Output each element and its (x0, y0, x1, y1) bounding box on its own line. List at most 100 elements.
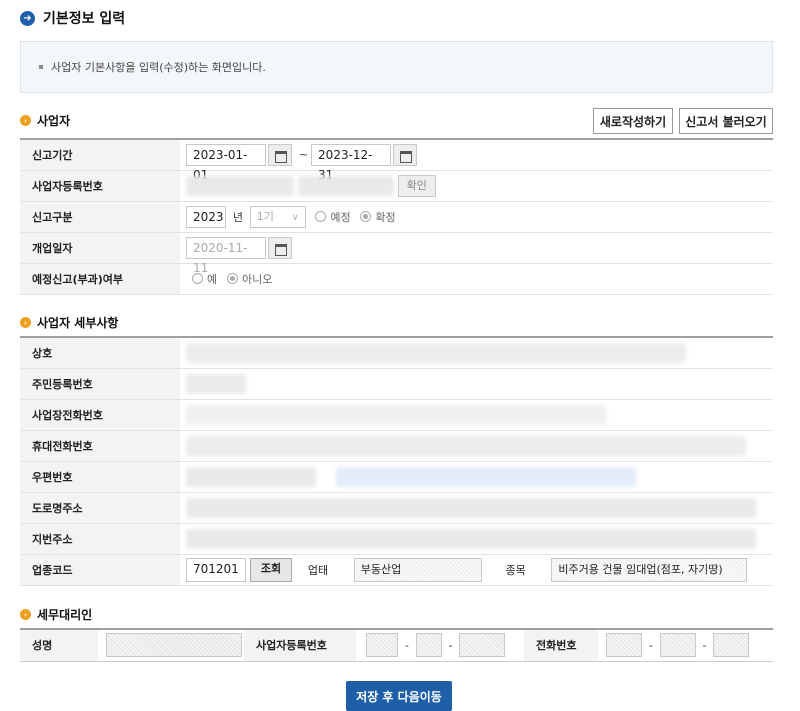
agent-name-cell (98, 628, 244, 662)
dash: - (448, 638, 453, 652)
chevron-down-icon: ∨ (291, 212, 299, 223)
calendar-icon[interactable] (393, 143, 418, 166)
bizno-input-redacted[interactable] (186, 175, 294, 196)
section-bullet-icon: › (20, 115, 31, 126)
form-row-report-type: 신고구분 2023 년 1기 ∨ 예정 확정 (20, 201, 773, 233)
form-row-lot-addr: 지번주소 (20, 523, 773, 555)
open-date-input[interactable]: 2020-11-11 (186, 236, 266, 275)
term-select-value: 1기 (256, 209, 274, 223)
lookup-button[interactable]: 조회 (249, 557, 293, 582)
road-addr-cell-redacted (180, 492, 773, 524)
period-separator: ~ (298, 148, 309, 162)
name-label: 상호 (20, 336, 180, 369)
radio-no-label: 아니오 (241, 272, 273, 286)
industry-cell: 701201 조회 업태 부동산업 종목 비주거용 건물 임대업(점포, 자기땅… (180, 554, 773, 586)
agent-phone-input-1[interactable] (606, 633, 642, 658)
agent-phone-cell: - - (598, 628, 773, 662)
form-row-industry: 업종코드 701201 조회 업태 부동산업 종목 비주거용 건물 임대업(점포… (20, 554, 773, 586)
lot-addr-label: 지번주소 (20, 523, 180, 555)
item-value: 비주거용 건물 임대업(점포, 자기땅) (551, 557, 748, 582)
form-row-mobile: 휴대전화번호 (20, 430, 773, 462)
redacted-field (186, 435, 746, 456)
calendar-icon[interactable] (268, 143, 292, 166)
biz-phone-cell-redacted (180, 399, 773, 431)
report-type-label: 신고구분 (20, 201, 180, 233)
prelim-label: 예정신고(부과)여부 (20, 263, 180, 295)
agent-bizno-input-1[interactable] (366, 633, 398, 658)
open-date-label: 개업일자 (20, 232, 180, 264)
load-report-button[interactable]: 신고서 불러오기 (679, 108, 773, 134)
year-unit: 년 (232, 210, 243, 224)
business-value: 부동산업 (353, 557, 482, 582)
section-details-title: 사업자 세부사항 (37, 316, 119, 330)
business-label: 업태 (307, 563, 329, 577)
lot-addr-cell-redacted (180, 523, 773, 555)
section-agent-title: 세무대리인 (37, 608, 93, 622)
agent-bizno-label: 사업자등록번호 (244, 628, 356, 662)
period-cell: 2023-01-01 ~2023-12-31 (180, 138, 773, 182)
form-row-name: 상호 (20, 336, 773, 369)
redacted-field (186, 342, 686, 363)
redacted-field (186, 466, 316, 487)
redacted-field (186, 528, 756, 549)
bizno-select-redacted[interactable] (297, 175, 394, 196)
confirm-button[interactable]: 확인 (397, 174, 436, 197)
form-row-resident-no: 주민등록번호 (20, 368, 773, 400)
open-date-cell: 2020-11-11 (180, 232, 773, 275)
calendar-icon[interactable] (268, 236, 292, 259)
period-start-input[interactable]: 2023-01-01 (186, 143, 266, 182)
agent-row: 성명 사업자등록번호 - - 전화번호 - - (20, 628, 773, 662)
redacted-field (336, 466, 636, 487)
radio-final-label: 확정 (375, 210, 396, 224)
agent-bizno-cell: - - (356, 628, 524, 662)
save-next-button[interactable]: 저장 후 다음이동 (346, 681, 452, 711)
prelim-cell: 예 아니오 (180, 263, 773, 295)
agent-bizno-input-2[interactable] (415, 633, 442, 658)
info-text: 사업자 기본사항을 입력(수정)하는 화면입니다. (51, 61, 266, 74)
redacted-field (186, 373, 246, 394)
dash: - (702, 638, 707, 652)
resident-no-label: 주민등록번호 (20, 368, 180, 400)
agent-bizno-input-3[interactable] (459, 633, 506, 658)
dash: - (648, 638, 653, 652)
bullet-icon (39, 65, 43, 69)
radio-yes-label: 예 (207, 272, 218, 286)
bizno-cell: 확인 (180, 170, 773, 202)
radio-final[interactable] (360, 211, 372, 222)
form-row-postal: 우편번호 (20, 461, 773, 493)
year-input[interactable]: 2023 (186, 205, 226, 228)
postal-cell-redacted (180, 461, 773, 493)
term-select[interactable]: 1기 ∨ (249, 205, 306, 228)
agent-name-input[interactable] (106, 633, 242, 658)
mobile-cell-redacted (180, 430, 773, 462)
road-addr-label: 도로명주소 (20, 492, 180, 524)
radio-no[interactable] (226, 273, 238, 284)
agent-name-label: 성명 (20, 628, 98, 662)
period-end-input[interactable]: 2023-12-31 (311, 143, 392, 182)
form-row-period: 신고기간 2023-01-01 ~2023-12-31 (20, 138, 773, 182)
new-write-button[interactable]: 새로작성하기 (593, 108, 673, 134)
agent-phone-label: 전화번호 (524, 628, 598, 662)
section-bullet-icon: › (20, 317, 31, 328)
radio-planned[interactable] (315, 211, 327, 222)
form-row-prelim: 예정신고(부과)여부 예 아니오 (20, 263, 773, 295)
form-row-road-addr: 도로명주소 (20, 492, 773, 524)
agent-phone-input-3[interactable] (713, 633, 750, 658)
name-cell-redacted (180, 336, 773, 369)
industry-code-label: 업종코드 (20, 554, 180, 586)
agent-form: 성명 사업자등록번호 - - 전화번호 - - (20, 628, 773, 662)
section-details-header: › 사업자 세부사항 (20, 314, 118, 331)
bizno-label: 사업자등록번호 (20, 170, 180, 202)
form-row-bizno: 사업자등록번호 확인 (20, 170, 773, 202)
business-form: 신고기간 2023-01-01 ~2023-12-31 사업자등록번호 확인 신… (20, 138, 773, 295)
biz-phone-label: 사업장전화번호 (20, 399, 180, 431)
report-type-cell: 2023 년 1기 ∨ 예정 확정 (180, 201, 773, 233)
agent-phone-input-2[interactable] (659, 633, 696, 658)
form-row-biz-phone: 사업장전화번호 (20, 399, 773, 431)
industry-code-input[interactable]: 701201 (186, 557, 246, 582)
radio-yes[interactable] (192, 273, 203, 284)
form-row-open-date: 개업일자 2020-11-11 (20, 232, 773, 275)
section-agent-header: › 세무대리인 (20, 606, 92, 623)
page-title: ➜ 기본정보 입력 (20, 8, 125, 28)
radio-planned-label: 예정 (330, 210, 351, 224)
